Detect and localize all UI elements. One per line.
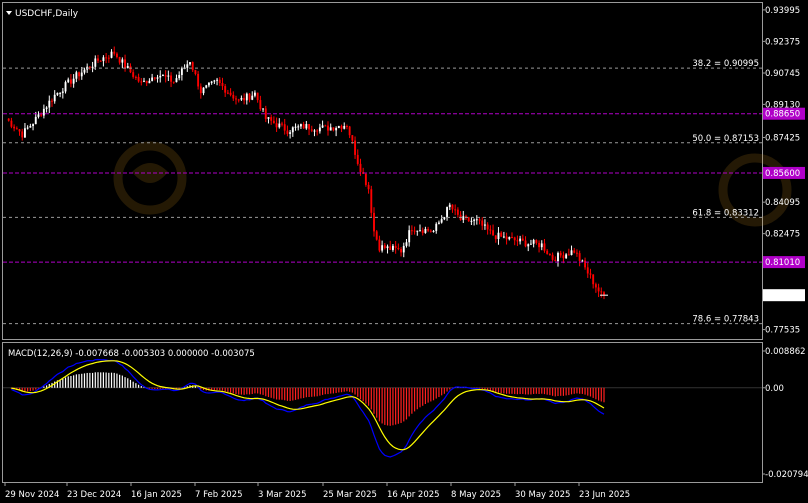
svg-text:0.79306: 0.79306 xyxy=(765,291,800,301)
time-tick-label: 3 Mar 2025 xyxy=(258,490,306,500)
price-level-badge: 0.85600 xyxy=(763,166,805,179)
candle xyxy=(370,185,373,218)
chart-title[interactable]: USDCHF,Daily xyxy=(6,9,79,19)
macd-header-label: MACD(12,26,9) -0.007668 -0.005303 0.0000… xyxy=(8,349,255,359)
price-axis: 0.939950.923750.907450.891300.874250.856… xyxy=(762,6,805,336)
price-tick-label: 0.90745 xyxy=(765,69,800,79)
fibonacci-level-label: 50.0 = 0.87153 xyxy=(692,134,759,144)
candle xyxy=(337,125,340,129)
time-tick-label: 23 Dec 2024 xyxy=(67,490,121,500)
svg-text:0.81010: 0.81010 xyxy=(765,258,800,268)
macd-tick-label: 0.008862 xyxy=(765,347,806,357)
fibonacci-level-label: 38.2 = 0.90995 xyxy=(692,59,759,69)
price-level-badge: 0.81010 xyxy=(763,256,805,269)
time-tick-label: 25 Mar 2025 xyxy=(323,490,377,500)
time-tick-label: 30 May 2025 xyxy=(515,490,570,500)
fibonacci-level-label: 78.6 = 0.77843 xyxy=(692,315,759,325)
price-tick-label: 0.84095 xyxy=(765,198,800,208)
chart-window[interactable]: 38.2 = 0.90995 50.0 = 0.87153 61.8 = 0.833… xyxy=(0,0,808,503)
symbol-timeframe-label: USDCHF,Daily xyxy=(15,9,79,19)
price-tick-label: 0.87425 xyxy=(765,133,800,143)
price-tick-label: 0.77535 xyxy=(765,326,800,336)
macd-axis: 0.008862 0.00 -0.020794 xyxy=(762,347,808,480)
time-tick-label: 23 Jun 2025 xyxy=(579,490,630,500)
time-tick-label: 16 Jan 2025 xyxy=(131,490,182,500)
time-tick-label: 8 May 2025 xyxy=(451,490,501,500)
fibonacci-level-label: 61.8 = 0.83312 xyxy=(692,208,759,218)
price-level-badge: 0.88650 xyxy=(763,107,805,120)
candle xyxy=(467,216,470,222)
macd-tick-label: -0.020794 xyxy=(765,470,808,480)
price-tick-label: 0.93995 xyxy=(765,6,800,16)
current-price-badge: 0.79306 xyxy=(763,289,805,302)
time-tick-label: 16 Apr 2025 xyxy=(387,490,440,500)
candle xyxy=(375,230,378,241)
macd-tick-label: 0.00 xyxy=(765,384,784,394)
time-tick-label: 29 Nov 2024 xyxy=(5,490,59,500)
price-tick-label: 0.92375 xyxy=(765,37,800,47)
svg-text:0.88650: 0.88650 xyxy=(765,110,800,120)
time-axis: 29 Nov 2024 23 Dec 2024 16 Jan 2025 7 Feb 2… xyxy=(4,482,630,500)
time-tick-label: 7 Feb 2025 xyxy=(195,490,243,500)
svg-text:0.85600: 0.85600 xyxy=(765,169,800,179)
candle xyxy=(364,173,367,187)
price-tick-label: 0.82475 xyxy=(765,230,800,240)
